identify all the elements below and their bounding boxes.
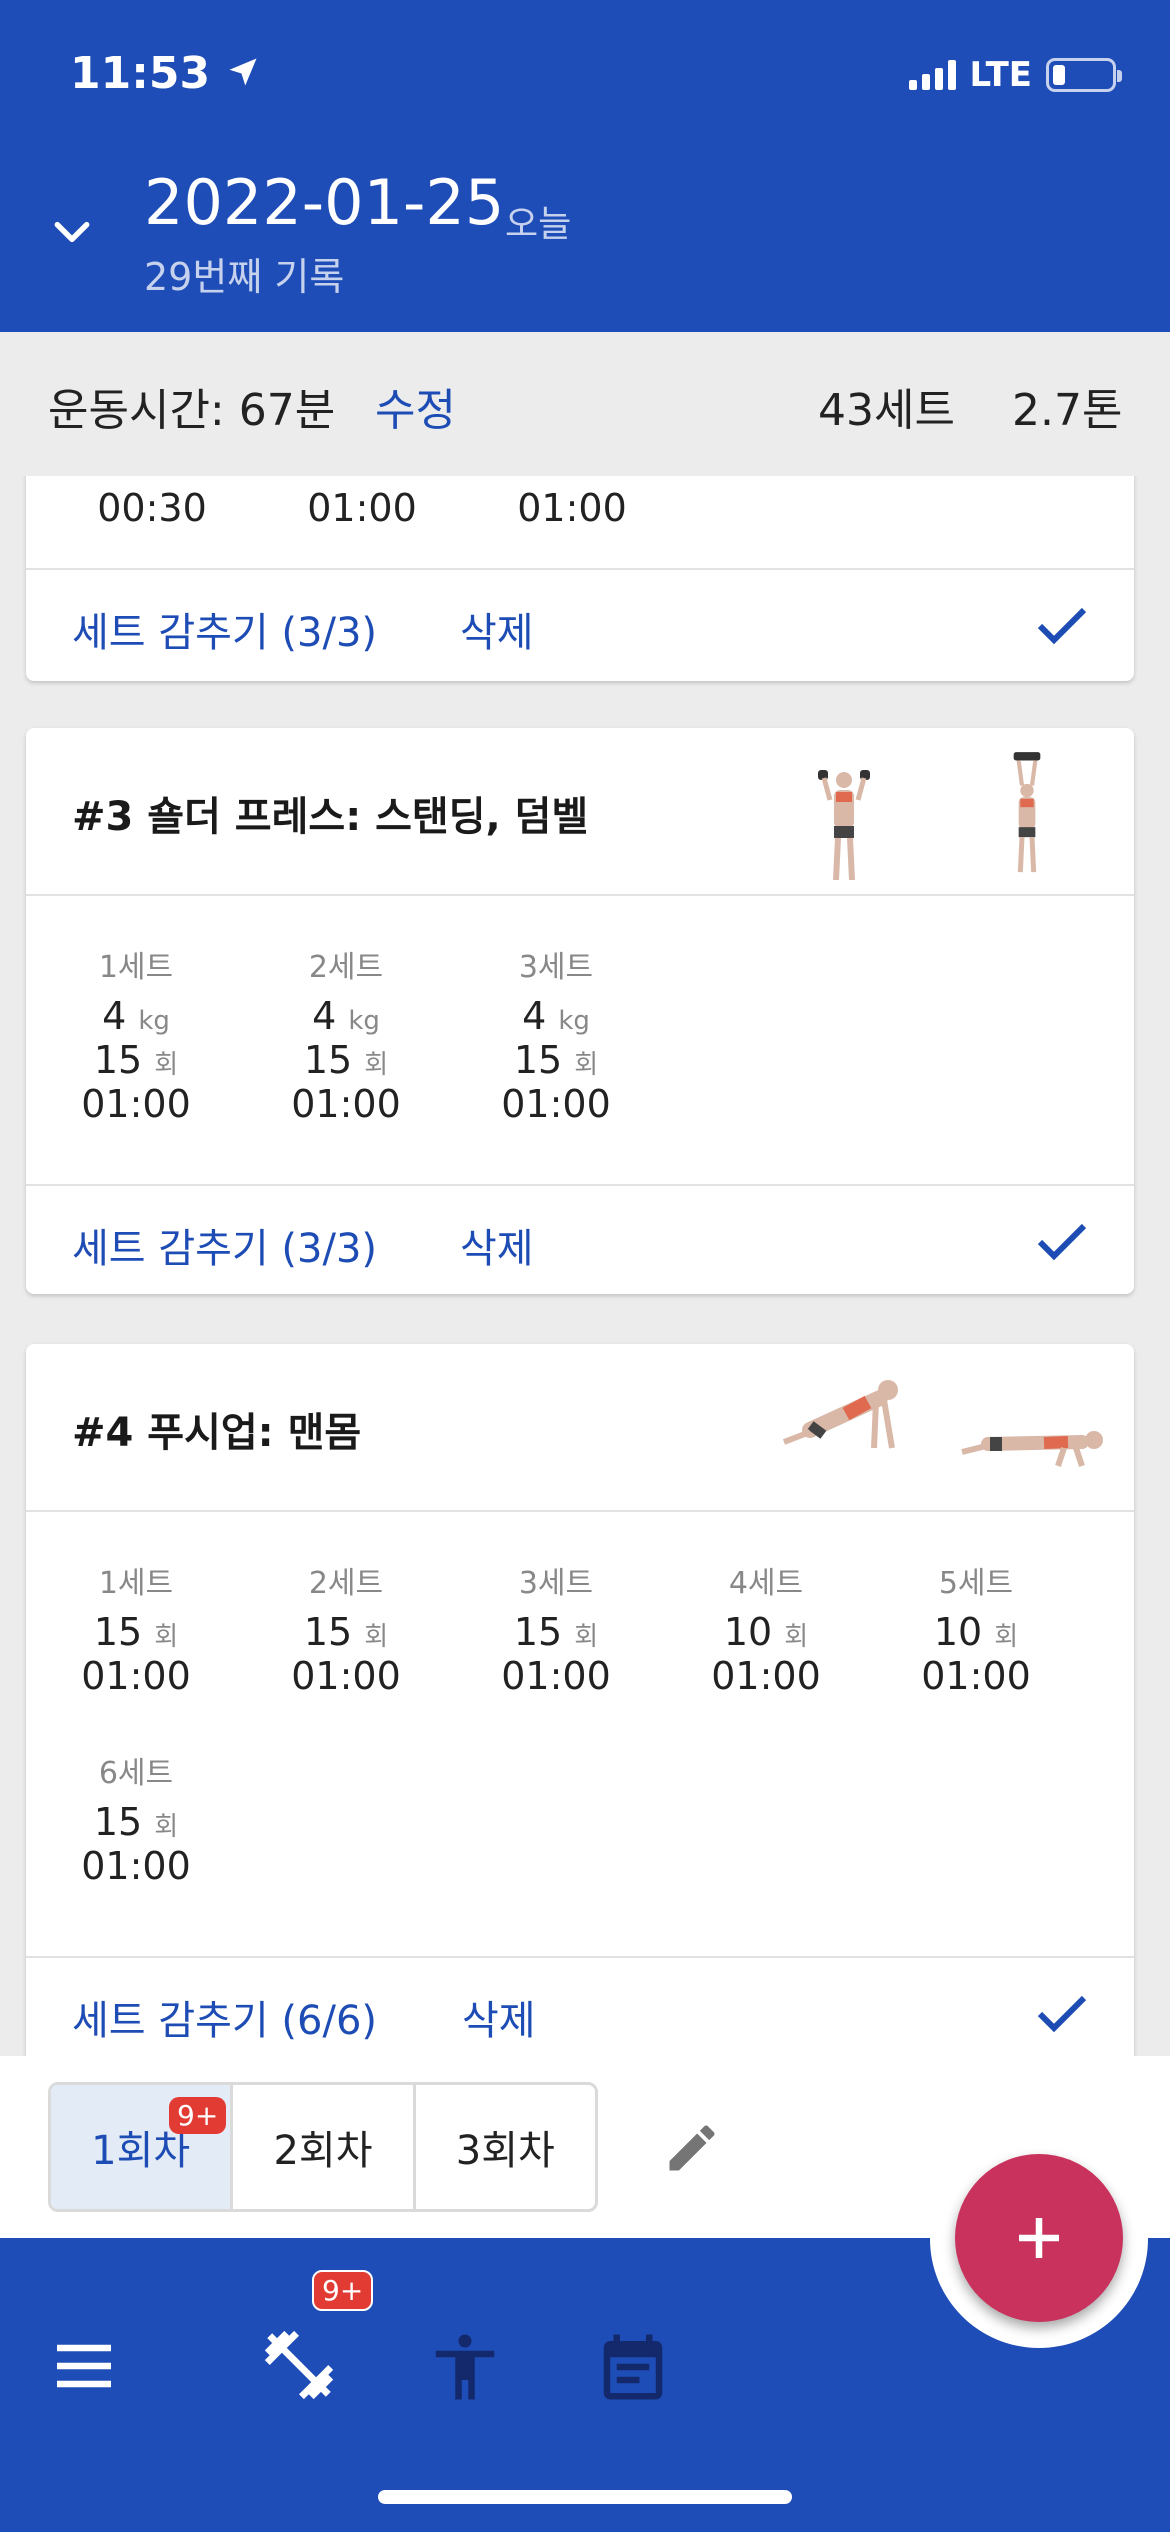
status-indicators: LTE: [908, 52, 1122, 98]
home-indicator[interactable]: [378, 2490, 792, 2504]
today-label: 오늘: [505, 204, 572, 245]
divider: [26, 1956, 1134, 1958]
set-time: 01:00: [81, 1654, 191, 1698]
set-time: 01:00: [307, 486, 417, 530]
set-label: 2세트: [308, 1566, 384, 1601]
set-6[interactable]: 6세트 15 회 01:00: [56, 1748, 216, 1888]
set-time: 01:00: [921, 1654, 1031, 1698]
total-tonnage: 2.7톤: [1012, 385, 1123, 436]
set-5[interactable]: 5세트 10 회 01:00: [896, 1558, 1056, 1698]
body-icon[interactable]: [426, 2328, 504, 2406]
session-tabs: 1회차 9+ 2회차 3회차: [48, 2082, 598, 2212]
set-3[interactable]: 3세트 15 회 01:00: [476, 1558, 636, 1698]
divider: [26, 568, 1134, 570]
set-time: 01:00: [517, 486, 627, 530]
pushup-up-illustration: [782, 1380, 898, 1449]
check-icon[interactable]: [1036, 1994, 1088, 2034]
network-label: LTE: [969, 55, 1032, 95]
set-3[interactable]: 3세트 4 kg 15 회 01:00: [476, 942, 636, 1126]
total-sets: 43세트: [818, 385, 955, 436]
set-label: 1세트: [98, 1566, 174, 1601]
set-reps: 10 회: [933, 1610, 1019, 1654]
hide-sets-button[interactable]: 세트 감추기 (3/3): [72, 600, 377, 658]
set-1[interactable]: 1세트 15 회 01:00: [56, 1558, 216, 1698]
exercise-card-4: #4 푸시업: 맨몸 1세트 15 회 01:00 2세트 15 회 01:00…: [26, 1344, 1134, 2056]
set-weight: 4 kg: [522, 994, 590, 1038]
set-4[interactable]: 4세트 10 회 01:00: [686, 1558, 846, 1698]
set-reps: 15 회: [513, 1038, 599, 1082]
set-time: 01:00: [291, 1082, 401, 1126]
delete-button[interactable]: 삭제: [460, 600, 534, 658]
set-label: 4세트: [728, 1566, 804, 1601]
app-header: 11:53 LTE 2022-01-25 오늘 29번째 기록: [0, 0, 1170, 332]
divider: [26, 1184, 1134, 1186]
page-title: 2022-01-25: [144, 166, 505, 239]
set-reps: 10 회: [723, 1610, 809, 1654]
set-2[interactable]: 2세트 15 회 01:00: [266, 1558, 426, 1698]
divider: [26, 894, 1134, 896]
add-button[interactable]: [955, 2154, 1123, 2322]
set-2[interactable]: 2세트 4 kg 15 회 01:00: [266, 942, 426, 1126]
check-icon[interactable]: [1036, 606, 1088, 646]
delete-button[interactable]: 삭제: [460, 1216, 534, 1274]
set-time: 01:00: [501, 1082, 611, 1126]
menu-icon[interactable]: [48, 2330, 120, 2402]
exercise-title[interactable]: #4 푸시업: 맨몸: [72, 1400, 361, 1458]
set-time: 00:30: [97, 486, 207, 530]
calendar-icon[interactable]: [594, 2328, 672, 2406]
set-time: 01:00: [711, 1654, 821, 1698]
plus-icon: [1019, 2218, 1059, 2258]
exercise-card-3: #3 숄더 프레스: 스탠딩, 덤벨 1세트 4 kg 15 회 01:00 2…: [26, 728, 1134, 1294]
location-arrow-icon: [229, 58, 257, 86]
workout-time: 운동시간: 67분: [48, 385, 336, 436]
tab-session-2[interactable]: 2회차: [233, 2085, 416, 2209]
set-time: 01:00: [501, 1654, 611, 1698]
exercise-title[interactable]: #3 숄더 프레스: 스탠딩, 덤벨: [72, 784, 588, 842]
shoulder-press-start-illustration: [818, 770, 870, 881]
tab-label: 2회차: [273, 2128, 373, 2174]
pencil-icon[interactable]: [662, 2118, 722, 2178]
hide-sets-button[interactable]: 세트 감추기 (3/3): [72, 1216, 377, 1274]
set-label: 5세트: [938, 1566, 1014, 1601]
set-label: 6세트: [98, 1756, 174, 1791]
set-time: 01:00: [81, 1844, 191, 1888]
tab-session-3[interactable]: 3회차: [416, 2085, 595, 2209]
set-reps: 15 회: [303, 1610, 389, 1654]
set-weight: 4 kg: [102, 994, 170, 1038]
tab-session-1[interactable]: 1회차 9+: [51, 2085, 234, 2209]
exercise-card: 00:30 01:00 01:00 세트 감추기 (3/3) 삭제: [26, 476, 1134, 681]
pushup-down-illustration: [961, 1431, 1103, 1467]
chevron-down-icon[interactable]: [50, 210, 94, 254]
shoulder-press-end-illustration: [1013, 752, 1041, 873]
battery-icon: [1046, 58, 1122, 92]
dumbbell-icon[interactable]: [258, 2324, 340, 2406]
delete-button[interactable]: 삭제: [462, 1988, 536, 2046]
notification-badge: 9+: [169, 2097, 227, 2134]
notification-badge: 9+: [312, 2270, 374, 2311]
workout-summary: 운동시간: 67분 수정 43세트 2.7톤: [0, 332, 1170, 476]
set-reps: 15 회: [93, 1800, 179, 1844]
hide-sets-button[interactable]: 세트 감추기 (6/6): [72, 1988, 377, 2046]
tab-label: 3회차: [455, 2128, 555, 2174]
record-count: 29번째 기록: [144, 255, 345, 299]
set-reps: 15 회: [93, 1038, 179, 1082]
set-time: 01:00: [291, 1654, 401, 1698]
status-time: 11:53: [70, 48, 261, 99]
exercise-list[interactable]: 00:30 01:00 01:00 세트 감추기 (3/3) 삭제 #3 숄더 …: [0, 476, 1170, 2056]
set-label: 3세트: [518, 950, 594, 985]
set-label: 3세트: [518, 1566, 594, 1601]
set-time: 01:00: [81, 1082, 191, 1126]
divider: [26, 1510, 1134, 1512]
signal-icon: [908, 60, 956, 90]
set-label: 1세트: [98, 950, 174, 985]
set-label: 2세트: [308, 950, 384, 985]
set-reps: 15 회: [303, 1038, 389, 1082]
set-1[interactable]: 1세트 4 kg 15 회 01:00: [56, 942, 216, 1126]
set-reps: 15 회: [93, 1610, 179, 1654]
edit-time-button[interactable]: 수정: [375, 374, 456, 438]
set-weight: 4 kg: [312, 994, 380, 1038]
set-reps: 15 회: [513, 1610, 599, 1654]
check-icon[interactable]: [1036, 1222, 1088, 1262]
